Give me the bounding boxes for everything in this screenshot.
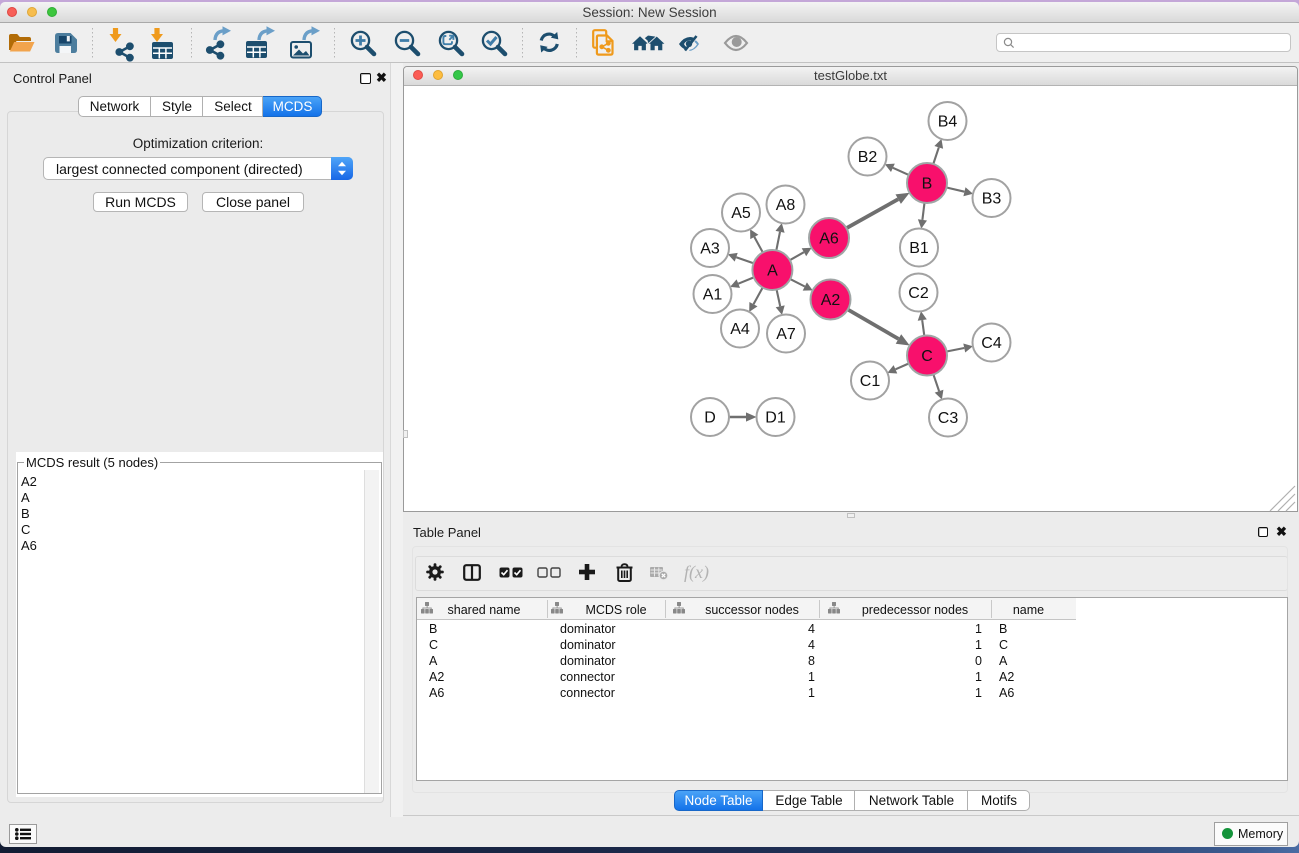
svg-text:A1: A1: [703, 287, 723, 304]
svg-text:B1: B1: [909, 240, 929, 257]
svg-text:C: C: [921, 348, 933, 365]
svg-text:A: A: [767, 263, 778, 280]
svg-text:A8: A8: [776, 197, 796, 214]
svg-text:B3: B3: [982, 191, 1002, 208]
svg-text:A3: A3: [700, 241, 720, 258]
svg-text:B: B: [922, 176, 933, 193]
svg-text:A7: A7: [776, 326, 796, 343]
svg-text:C1: C1: [860, 373, 881, 390]
svg-text:A4: A4: [730, 321, 750, 338]
svg-text:B2: B2: [858, 149, 878, 166]
svg-text:B4: B4: [938, 114, 958, 131]
svg-text:D: D: [704, 410, 716, 427]
svg-text:A5: A5: [731, 205, 751, 222]
svg-text:C2: C2: [908, 285, 929, 302]
svg-text:C3: C3: [938, 410, 959, 427]
svg-text:D1: D1: [765, 410, 786, 427]
svg-text:A2: A2: [821, 292, 841, 309]
svg-text:C4: C4: [981, 335, 1002, 352]
svg-text:A6: A6: [819, 231, 839, 248]
